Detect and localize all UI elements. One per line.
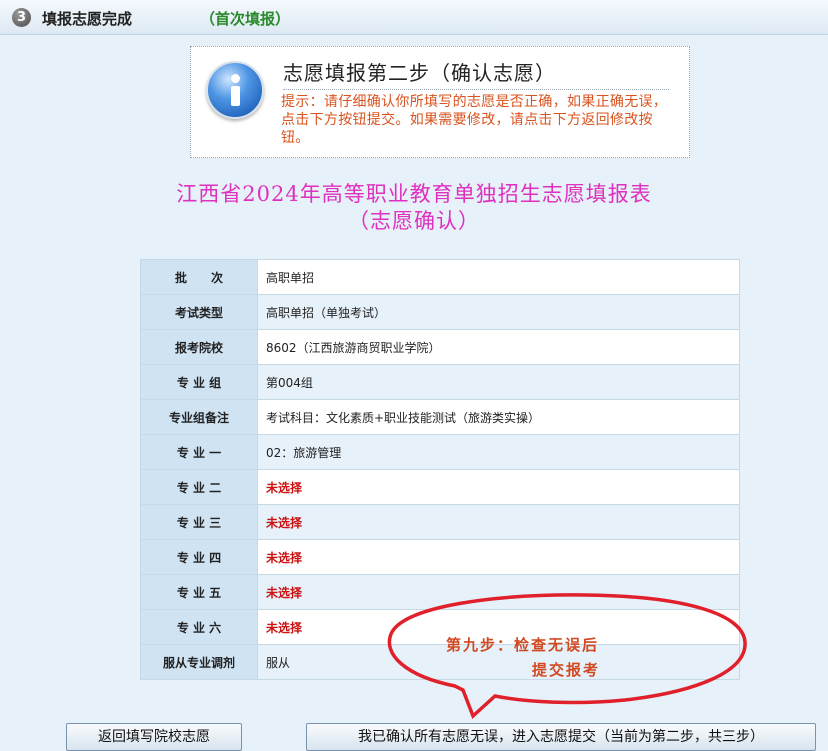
row-label: 专 业 二 <box>140 469 258 505</box>
table-row: 专业组备注 考试科目：文化素质+职业技能测试（旅游类实操） <box>140 399 740 435</box>
row-label: 报考院校 <box>140 329 258 365</box>
table-row: 专 业 一 02：旅游管理 <box>140 434 740 470</box>
callout-bubble-shape <box>387 593 747 720</box>
row-label: 专 业 四 <box>140 539 258 575</box>
step-header: 3 填报志愿完成 （首次填报） <box>0 0 828 35</box>
table-row: 专 业 四未选择 <box>140 539 740 575</box>
row-value: 未选择 <box>257 539 740 575</box>
row-value: 第004组 <box>257 364 740 400</box>
confirm-submit-button[interactable]: 我已确认所有志愿无误，进入志愿提交（当前为第二步，共三步） <box>306 723 816 751</box>
table-row: 专 业 二未选择 <box>140 469 740 505</box>
form-title: 江西省2024年高等职业教育单独招生志愿填报表 （志愿确认） <box>0 181 828 235</box>
table-row: 考试类型 高职单招（单独考试） <box>140 294 740 330</box>
row-label: 批 次 <box>140 259 258 295</box>
table-row: 专 业 组第004组 <box>140 364 740 400</box>
notice-text: 提示：请仔细确认你所填写的志愿是否正确，如果正确无误，点击下方按钮提交。如果需要… <box>281 94 668 146</box>
step-number-icon: 3 <box>12 8 31 27</box>
form-title-line1: 江西省2024年高等职业教育单独招生志愿填报表 <box>176 182 652 206</box>
row-value: 8602（江西旅游商贸职业学院） <box>257 329 740 365</box>
annotation-callout <box>387 593 747 720</box>
step-subtitle: （首次填报） <box>200 10 291 28</box>
annotation-line2: 提交报考 <box>532 661 601 679</box>
info-icon <box>206 61 264 119</box>
row-label: 专业组备注 <box>140 399 258 435</box>
row-value: 考试科目：文化素质+职业技能测试（旅游类实操） <box>257 399 740 435</box>
annotation-line1: 第九步：检查无误后 <box>446 636 600 654</box>
notice-title: 志愿填报第二步（确认志愿） <box>283 57 669 90</box>
row-label: 服从专业调剂 <box>140 644 258 680</box>
row-label: 专 业 组 <box>140 364 258 400</box>
row-label: 专 业 三 <box>140 504 258 540</box>
table-row: 批 次高职单招 <box>140 259 740 295</box>
row-value: 高职单招（单独考试） <box>257 294 740 330</box>
step-title: 填报志愿完成 <box>42 10 133 28</box>
table-row: 专 业 三未选择 <box>140 504 740 540</box>
row-value: 02：旅游管理 <box>257 434 740 470</box>
row-value: 未选择 <box>257 504 740 540</box>
back-button[interactable]: 返回填写院校志愿 <box>66 723 242 751</box>
table-row: 报考院校 8602（江西旅游商贸职业学院） <box>140 329 740 365</box>
row-value: 高职单招 <box>257 259 740 295</box>
row-label: 考试类型 <box>140 294 258 330</box>
notice-box: 志愿填报第二步（确认志愿） 提示：请仔细确认你所填写的志愿是否正确，如果正确无误… <box>190 46 690 158</box>
row-label: 专 业 五 <box>140 574 258 610</box>
form-title-line2: （志愿确认） <box>348 209 480 233</box>
row-label: 专 业 六 <box>140 609 258 645</box>
row-label: 专 业 一 <box>140 434 258 470</box>
row-value: 未选择 <box>257 469 740 505</box>
